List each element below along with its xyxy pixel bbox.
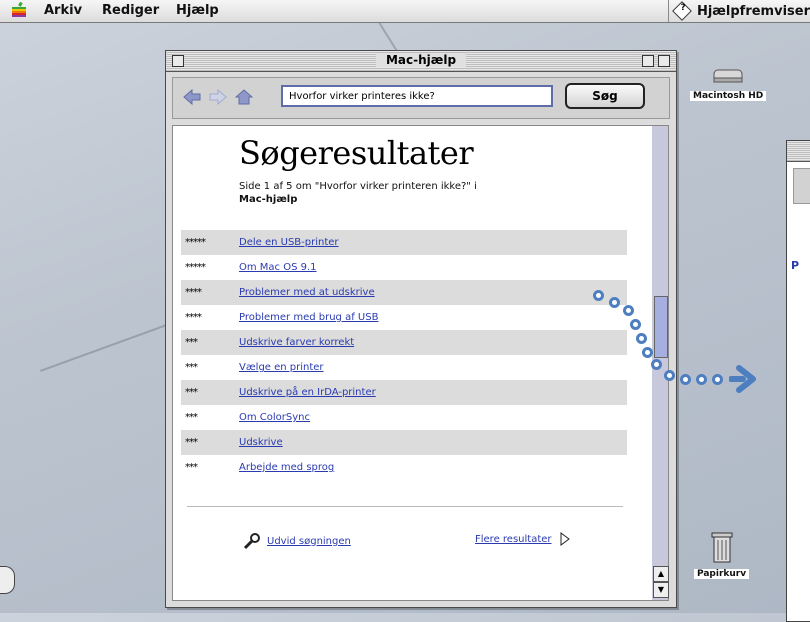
back-arrow-icon[interactable] — [181, 86, 203, 108]
window-title: Mac-hjælp — [375, 53, 467, 67]
result-link[interactable]: Problemer med at udskrive — [239, 287, 375, 298]
callout-arrow-icon — [729, 365, 756, 393]
search-button[interactable]: Søg — [565, 83, 645, 109]
result-link[interactable]: Dele en USB-printer — [239, 237, 339, 248]
relevance-rating: *** — [185, 387, 198, 398]
results-summary: Side 1 af 5 om "Hvorfor virker printeren… — [239, 180, 477, 206]
callout-dot — [696, 374, 707, 385]
relevance-rating: ***** — [185, 262, 206, 273]
relevance-rating: **** — [185, 312, 202, 323]
list-item: *** Vælge en printer — [181, 355, 627, 380]
trash-label: Papirkurv — [694, 569, 750, 579]
results-list: ***** Dele en USB-printer ***** Om Mac O… — [181, 230, 627, 480]
callout-dot — [630, 319, 641, 330]
result-link[interactable]: Udskrive — [239, 437, 283, 448]
relevance-rating: **** — [185, 287, 202, 298]
results-source: Mac-hjælp — [239, 194, 298, 205]
list-item: ***** Dele en USB-printer — [181, 230, 627, 255]
result-link[interactable]: Om Mac OS 9.1 — [239, 262, 317, 273]
apple-menu-icon[interactable] — [12, 2, 26, 18]
macintosh-hd-label: Macintosh HD — [690, 91, 767, 101]
scroll-thumb[interactable] — [654, 296, 668, 358]
more-results-link[interactable]: Flere resultater — [475, 534, 552, 545]
second-window-titlebar[interactable] — [787, 141, 810, 162]
drawer-tab[interactable] — [0, 566, 15, 594]
list-item: *** Udskrive farver korrekt — [181, 330, 627, 355]
triangle-right-icon[interactable] — [560, 532, 570, 546]
menu-bar: Arkiv Rediger Hjælp Hjælpfremviser — [0, 0, 810, 23]
callout-dot — [651, 359, 662, 370]
list-item: ***** Om Mac OS 9.1 — [181, 255, 627, 280]
help-viewer-icon — [672, 1, 692, 21]
hard-drive-icon — [713, 69, 743, 83]
trash-icon — [711, 532, 733, 563]
menu-rediger[interactable]: Rediger — [102, 3, 159, 18]
forward-arrow-icon[interactable] — [207, 86, 229, 108]
list-item: **** Problemer med brug af USB — [181, 305, 627, 330]
scroll-up-arrow-icon[interactable]: ▲ — [653, 566, 669, 582]
result-link[interactable]: Om ColorSync — [239, 412, 310, 423]
list-item: *** Arbejde med sprog — [181, 455, 627, 480]
relevance-rating: ***** — [185, 237, 206, 248]
callout-dot — [642, 347, 653, 358]
list-item: **** Problemer med at udskrive — [181, 280, 627, 305]
callout-dot — [623, 305, 634, 316]
relevance-rating: *** — [185, 412, 198, 423]
home-icon[interactable] — [233, 86, 255, 108]
page-title: Søgeresultater — [239, 134, 474, 172]
list-item: *** Udskrive på en IrDA-printer — [181, 380, 627, 405]
second-window[interactable]: P — [786, 140, 810, 622]
callout-dot — [609, 297, 620, 308]
list-item: *** Om ColorSync — [181, 405, 627, 430]
callout-dot — [712, 374, 723, 385]
menu-arkiv[interactable]: Arkiv — [44, 3, 82, 18]
relevance-rating: *** — [185, 462, 198, 473]
result-link[interactable]: Udskrive på en IrDA-printer — [239, 387, 376, 398]
result-link[interactable]: Udskrive farver korrekt — [239, 337, 354, 348]
expand-search-link[interactable]: Udvid søgningen — [267, 536, 351, 547]
divider — [187, 506, 623, 507]
help-window: Mac-hjælp Søg Søgeresultater Side 1 af 5… — [165, 50, 677, 608]
second-window-text: P — [791, 259, 800, 272]
second-window-toolbar — [793, 168, 810, 204]
results-pane: Søgeresultater Side 1 af 5 om "Hvorfor v… — [172, 125, 654, 601]
callout-dot — [593, 290, 604, 301]
application-menu[interactable]: Hjælpfremviser — [667, 0, 810, 22]
result-link[interactable]: Vælge en printer — [239, 362, 324, 373]
result-link[interactable]: Arbejde med sprog — [239, 462, 334, 473]
callout-dot — [664, 370, 675, 381]
more-results[interactable]: Flere resultater — [475, 532, 570, 546]
results-summary-line: Side 1 af 5 om "Hvorfor virker printeren… — [239, 181, 477, 192]
magnifier-icon — [243, 533, 260, 550]
relevance-rating: *** — [185, 337, 198, 348]
collapse-box-icon[interactable] — [658, 55, 670, 67]
application-menu-label: Hjælpfremviser — [696, 3, 810, 19]
close-box-icon[interactable] — [172, 55, 184, 67]
menu-hjaelp[interactable]: Hjælp — [176, 3, 219, 18]
zoom-box-icon[interactable] — [642, 55, 654, 67]
macintosh-hd-icon[interactable]: Macintosh HD — [690, 66, 767, 101]
list-item: *** Udskrive — [181, 430, 627, 455]
window-titlebar[interactable]: Mac-hjælp — [166, 51, 676, 72]
relevance-rating: *** — [185, 362, 198, 373]
search-input[interactable] — [281, 85, 553, 107]
scroll-down-arrow-icon[interactable]: ▼ — [653, 582, 669, 598]
callout-dot — [636, 333, 647, 344]
result-link[interactable]: Problemer med brug af USB — [239, 312, 378, 323]
help-toolbar: Søg — [172, 77, 670, 119]
expand-search[interactable]: Udvid søgningen — [243, 532, 351, 550]
trash-icon-group[interactable]: Papirkurv — [694, 530, 750, 579]
callout-dot — [680, 374, 691, 385]
relevance-rating: *** — [185, 437, 198, 448]
